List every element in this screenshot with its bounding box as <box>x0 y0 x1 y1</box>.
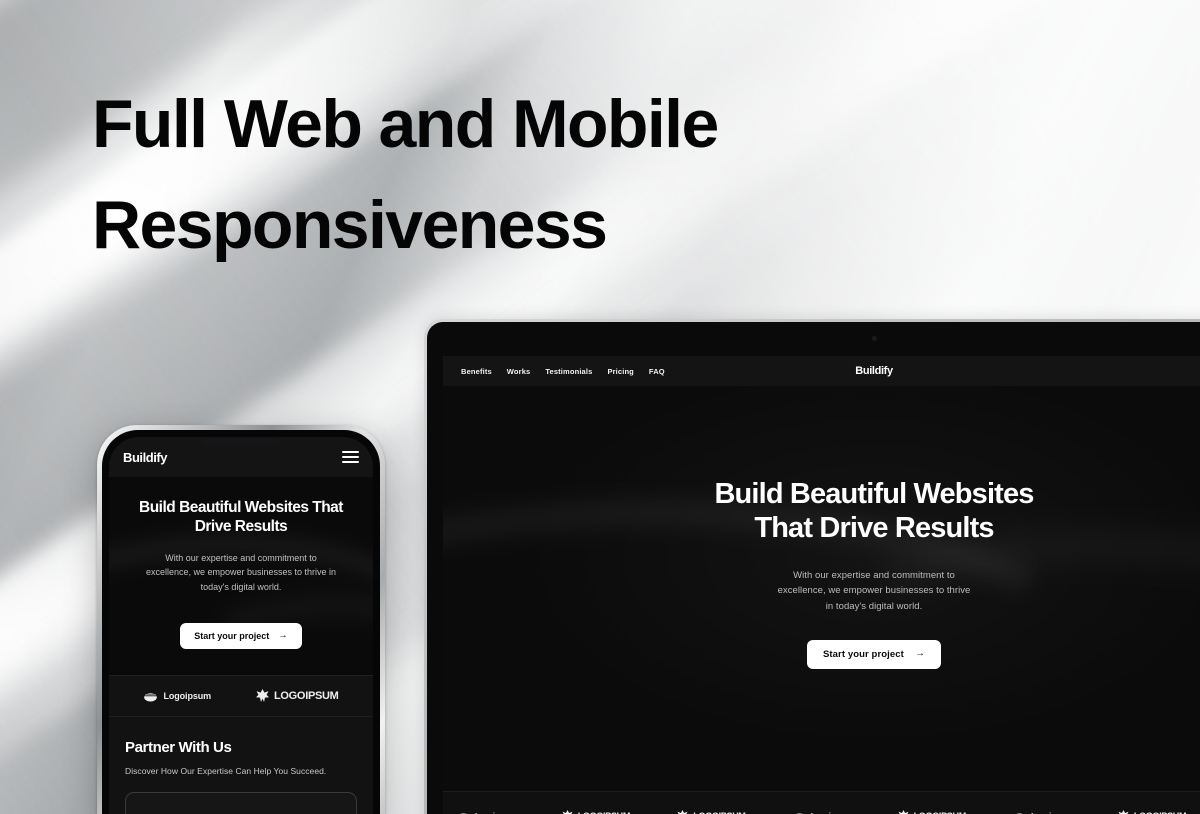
phone-partner-section: Partner With Us Discover How Our Experti… <box>109 716 373 814</box>
laptop-logo-strip: Logoipsum LOGOIPSUM LOGOIPSUM Logoipsum <box>443 791 1200 814</box>
phone-hero-title-line-1: Build Beautiful Websites That <box>139 499 343 516</box>
laptop-hero-subtitle-line-3: in today's digital world. <box>825 600 923 612</box>
logo-item: LOGOIPSUM <box>677 810 746 814</box>
phone-dynamic-island <box>201 439 281 445</box>
phone-logo-strip: Logoipsum LOGOIPSUM <box>109 674 373 717</box>
logo-item: Logoipsum <box>143 689 211 702</box>
hamburger-bar <box>342 461 359 463</box>
laptop-hero-title-line-1: Build Beautiful Websites <box>714 478 1034 510</box>
logo-item: Logoipsum <box>1013 810 1071 814</box>
laptop-nav-item-testimonials[interactable]: Testimonials <box>545 367 592 376</box>
star-burst-mark-icon <box>256 689 269 703</box>
phone-hero-content: Build Beautiful Websites That Drive Resu… <box>125 499 357 649</box>
arrow-right-icon: → <box>914 648 926 660</box>
laptop-site-navbar: Benefits Works Testimonials Pricing FAQ … <box>443 356 1200 386</box>
phone-screen: Buildify Build Beautiful Websites That D… <box>109 437 373 814</box>
logo-item: Logoipsum <box>793 810 850 814</box>
page-title: Full Web and Mobile Responsiveness <box>92 74 852 275</box>
laptop-start-project-button[interactable]: Start your project → <box>806 639 942 669</box>
star-burst-mark-icon <box>562 810 573 814</box>
page-title-line-2: Responsiveness <box>92 186 608 263</box>
phone-hero-subtitle: With our expertise and commitment to exc… <box>134 551 349 595</box>
laptop-hero-content: Build Beautiful Websites That Drive Resu… <box>443 386 1200 669</box>
logo-item: LOGOIPSUM <box>898 810 966 814</box>
logo-label: LOGOIPSUM <box>914 811 967 814</box>
laptop-mockup: Benefits Works Testimonials Pricing FAQ … <box>424 319 1200 814</box>
phone-hero-subtitle-line-3: today's digital world. <box>200 581 282 592</box>
phone-brand-logo[interactable]: Buildify <box>123 450 168 465</box>
star-burst-mark-icon <box>898 810 909 814</box>
phone-mockup: Buildify Build Beautiful Websites That D… <box>97 425 385 814</box>
logo-item: LOGOIPSUM <box>562 810 630 814</box>
laptop-hero-title-line-2: That Drive Results <box>754 511 994 544</box>
phone-start-project-button[interactable]: Start your project → <box>180 622 302 649</box>
poster-canvas: Full Web and Mobile Responsiveness Benef… <box>0 0 1200 814</box>
logo-item: LOGOIPSUM <box>1118 810 1187 814</box>
hamburger-bar <box>342 456 359 458</box>
logo-label: LOGOIPSUM <box>578 811 631 814</box>
laptop-nav-item-faq[interactable]: FAQ <box>649 367 665 376</box>
logo-label: LOGOIPSUM <box>274 689 339 702</box>
hamburger-bar <box>342 451 359 453</box>
hamburger-icon[interactable] <box>342 451 359 463</box>
arrow-right-icon: → <box>278 629 288 641</box>
laptop-bezel: Benefits Works Testimonials Pricing FAQ … <box>427 322 1200 814</box>
laptop-hero-section: Build Beautiful Websites That Drive Resu… <box>443 386 1200 791</box>
laptop-nav-item-pricing[interactable]: Pricing <box>607 367 633 376</box>
logo-label: Logoipsum <box>163 690 212 701</box>
phone-partner-input[interactable] <box>125 791 357 814</box>
laptop-nav-item-works[interactable]: Works <box>507 367 531 376</box>
star-burst-mark-icon <box>677 810 688 814</box>
phone-hero-subtitle-line-2: excellence, we empower businesses to thr… <box>145 567 337 578</box>
laptop-camera-icon <box>871 336 877 341</box>
star-burst-mark-icon <box>1118 810 1129 814</box>
logo-label: LOGOIPSUM <box>1134 811 1187 814</box>
phone-partner-title: Partner With Us <box>125 738 232 756</box>
laptop-nav-item-benefits[interactable]: Benefits <box>461 367 492 376</box>
laptop-brand-logo[interactable]: Buildify <box>855 365 893 377</box>
logo-label: LOGOIPSUM <box>693 811 746 814</box>
phone-cta-label: Start your project <box>194 630 270 641</box>
phone-bezel: Buildify Build Beautiful Websites That D… <box>102 430 380 814</box>
phone-hero-section: Build Beautiful Websites That Drive Resu… <box>109 477 373 675</box>
laptop-cta-label: Start your project <box>822 648 904 660</box>
page-title-line-1: Full Web and Mobile <box>92 86 719 162</box>
layers-mark-icon <box>144 690 158 702</box>
phone-partner-subtitle: Discover How Our Expertise Can Help You … <box>125 765 327 776</box>
phone-hero-subtitle-line-1: With our expertise and commitment to <box>165 552 317 563</box>
layers-mark-icon <box>458 810 469 814</box>
logo-item: LOGOIPSUM <box>256 689 339 703</box>
layers-mark-icon <box>794 810 805 814</box>
laptop-hero-title: Build Beautiful Websites That Drive Resu… <box>443 478 1200 546</box>
laptop-screen: Benefits Works Testimonials Pricing FAQ … <box>443 356 1200 814</box>
laptop-hero-subtitle-line-2: excellence, we empower businesses to thr… <box>777 585 971 597</box>
laptop-hero-subtitle-line-1: With our expertise and commitment to <box>793 569 955 581</box>
layers-mark-icon <box>1014 810 1025 814</box>
phone-hero-title: Build Beautiful Websites That Drive Resu… <box>125 499 357 537</box>
laptop-nav-links: Benefits Works Testimonials Pricing FAQ <box>461 367 665 376</box>
logo-item: Logoipsum <box>457 810 515 814</box>
phone-hero-title-line-2: Drive Results <box>194 517 288 535</box>
laptop-hero-subtitle: With our expertise and commitment to exc… <box>749 568 999 614</box>
